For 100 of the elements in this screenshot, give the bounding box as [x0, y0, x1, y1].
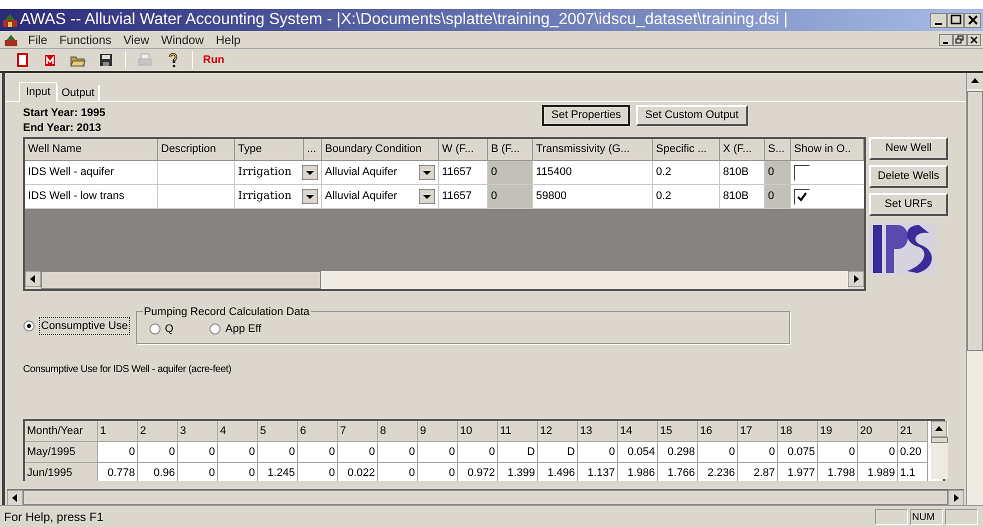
table-cell: 1.986	[618, 463, 658, 481]
row-header: Jun/1995	[25, 463, 98, 481]
column-header[interactable]: 17	[738, 421, 778, 442]
table-cell: 0	[378, 463, 418, 481]
column-header[interactable]: 1	[98, 421, 138, 442]
maximize-button[interactable]	[947, 12, 964, 28]
dropdown-field[interactable]: Irrigation	[235, 185, 322, 209]
scroll-left-icon	[7, 490, 23, 505]
vertical-scrollbar[interactable]	[966, 73, 983, 505]
restore-button[interactable]	[953, 34, 967, 46]
save-icon	[98, 52, 114, 68]
app-icon	[2, 12, 18, 28]
column-header[interactable]: 8	[378, 421, 418, 442]
dropdown-arrow-icon	[302, 165, 318, 180]
menu-item[interactable]: Help	[210, 30, 247, 48]
column-header[interactable]: 15	[658, 421, 698, 442]
table-cell: 0	[578, 442, 618, 463]
minimize-icon	[934, 23, 942, 25]
table-cell: D	[498, 442, 538, 463]
column-header[interactable]: 14	[618, 421, 658, 442]
column-header[interactable]: 16	[698, 421, 738, 442]
dropdown-arrow-icon	[419, 189, 435, 204]
dropdown-arrow-icon	[419, 165, 435, 180]
scroll-up-icon	[967, 73, 983, 89]
scrollbar-thumb[interactable]	[931, 437, 948, 443]
table-cell: 0	[765, 161, 791, 185]
column-header[interactable]: Month/Year	[25, 421, 98, 442]
side-button[interactable]: Delete Wells	[869, 165, 948, 188]
dropdown-field[interactable]: Alluvial Aquifer	[322, 185, 439, 209]
new-file-icon	[14, 52, 30, 68]
table-cell: 0	[765, 185, 791, 209]
vertical-scrollbar[interactable]	[931, 421, 948, 479]
group-title: Pumping Record Calculation Data	[142, 304, 311, 320]
column-header[interactable]: 13	[578, 421, 618, 442]
column-header[interactable]: 5	[258, 421, 298, 442]
column-header[interactable]: 9	[418, 421, 458, 442]
column-header[interactable]: 21	[898, 421, 928, 442]
set-button[interactable]: Set Custom Output	[636, 105, 748, 126]
column-header[interactable]: 2	[138, 421, 178, 442]
dropdown-value: Irrigation	[238, 164, 292, 180]
minimize-button[interactable]	[930, 12, 947, 28]
window-title: AWAS -- Alluvial Water Accounting System - |X:\Documents\splatte\training_2007\idscu_dataset\training.dsi |	[20, 12, 789, 28]
table-cell: 1.798	[818, 463, 858, 481]
tab[interactable]: Input	[19, 82, 58, 102]
row-header: May/1995	[25, 442, 98, 463]
menu-item[interactable]: File	[22, 30, 54, 48]
minimize-button[interactable]	[939, 34, 953, 46]
run-button[interactable]: Run	[200, 52, 228, 68]
table-cell: D	[538, 442, 578, 463]
column-header[interactable]: 11	[498, 421, 538, 442]
set-button[interactable]: Set Properties	[542, 105, 630, 126]
status-text: For Help, press F1	[4, 508, 104, 526]
table-cell: 0	[858, 442, 898, 463]
column-header[interactable]: 10	[458, 421, 498, 442]
radio-button[interactable]: Q	[148, 320, 174, 338]
column-header[interactable]: 7	[338, 421, 378, 442]
table-cell: 59800	[533, 185, 653, 209]
table-cell: 0.20	[898, 442, 928, 463]
table-cell: 0	[738, 442, 778, 463]
radio-icon	[209, 323, 222, 335]
column-header[interactable]: 6	[298, 421, 338, 442]
table-caption: Consumptive Use for IDS Well - aquifer (acre-feet)	[23, 363, 232, 377]
status-pane	[875, 508, 908, 524]
table-cell: 2.236	[698, 463, 738, 481]
column-header[interactable]: 20	[858, 421, 898, 442]
table-cell: 1.766	[658, 463, 698, 481]
side-button[interactable]: Set URFs	[869, 193, 948, 216]
dropdown-value: Alluvial Aquifer	[325, 189, 398, 204]
horizontal-scrollbar[interactable]	[25, 271, 864, 289]
scroll-up-icon	[931, 421, 948, 437]
column-header[interactable]: 3	[178, 421, 218, 442]
table-cell: 0	[218, 442, 258, 463]
printer-icon	[137, 52, 153, 68]
tab[interactable]: Output	[57, 85, 100, 101]
status-pane	[945, 508, 978, 524]
dropdown-arrow-icon	[302, 189, 318, 204]
close-button[interactable]	[967, 34, 981, 46]
table-cell: 1.496	[538, 463, 578, 481]
column-header[interactable]: 19	[818, 421, 858, 442]
model-file-icon	[42, 52, 58, 68]
side-button[interactable]: New Well	[869, 137, 948, 160]
table-cell: 0	[488, 185, 533, 209]
column-header[interactable]: 12	[538, 421, 578, 442]
column-header[interactable]: 18	[778, 421, 818, 442]
table-cell: 0	[698, 442, 738, 463]
table-cell: 1.137	[578, 463, 618, 481]
table-cell: 1.989	[858, 463, 898, 481]
menu-item[interactable]: Window	[155, 30, 210, 48]
radio-button[interactable]: App Eff	[209, 320, 262, 338]
menu-item[interactable]: View	[117, 30, 156, 48]
table-cell: 0	[298, 442, 338, 463]
close-button[interactable]	[964, 12, 981, 28]
start-year-label: Start Year: 1995	[23, 106, 106, 121]
table-cell: 0	[178, 442, 218, 463]
column-header[interactable]: 4	[218, 421, 258, 442]
scrollbar-thumb[interactable]	[967, 91, 983, 351]
dropdown-value: Irrigation	[238, 188, 292, 204]
radio-icon	[23, 320, 35, 332]
table-cell: 0.022	[338, 463, 378, 481]
menu-item[interactable]: Functions	[53, 30, 118, 48]
